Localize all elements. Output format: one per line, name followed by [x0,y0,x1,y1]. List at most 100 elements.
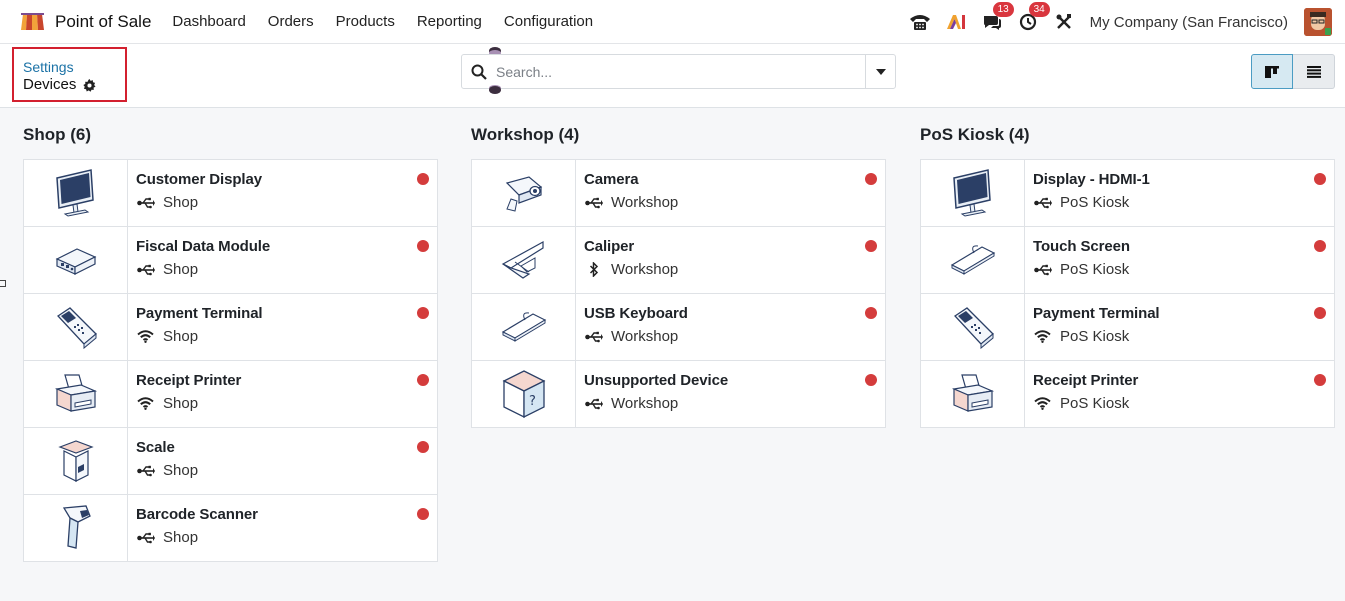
device-name: Customer Display [136,171,262,188]
column-title[interactable]: Workshop (4) [471,108,886,160]
device-card[interactable]: Customer Display Shop [23,159,438,227]
wifi-icon [1033,330,1052,344]
menu-orders[interactable]: Orders [257,0,325,44]
wifi-icon [136,397,155,411]
device-card[interactable]: Payment Terminal Shop [23,293,438,361]
status-indicator [865,240,877,252]
clock-icon[interactable]: 34 [1016,2,1050,34]
location-label: Workshop [611,261,679,278]
fdm-device-icon [24,227,128,293]
location-label: Shop [163,395,199,412]
breadcrumb: Settings Devices [12,47,127,102]
device-card[interactable]: Barcode Scanner Shop [23,494,438,562]
device-card[interactable]: Caliper Workshop [471,226,886,294]
column-title[interactable]: Shop (6) [23,108,438,160]
search-options-toggle[interactable] [865,55,895,88]
status-indicator [417,240,429,252]
status-indicator [417,508,429,520]
printer-device-icon [24,361,128,427]
keyboard-device-icon [472,294,576,360]
menu-configuration[interactable]: Configuration [493,0,604,44]
device-name: Payment Terminal [136,305,263,322]
status-indicator [865,307,877,319]
scanner-device-icon [24,495,128,561]
card-body: Receipt Printer Shop [128,361,241,427]
page-title: Devices [23,76,77,93]
activities-badge: 34 [1028,2,1050,17]
kanban-column-pos-kiosk: PoS Kiosk (4) Display - HDMI-1 PoS Kiosk T… [920,108,1335,428]
device-card[interactable]: USB Keyboard Workshop [471,293,886,361]
terminal-device-icon [24,294,128,360]
search-icon[interactable] [462,55,496,88]
list-icon [1306,65,1321,78]
wifi-icon [136,330,155,344]
gear-icon[interactable] [83,78,96,92]
device-card[interactable]: Receipt Printer Shop [23,360,438,428]
caret-down-icon [875,68,886,75]
device-name: USB Keyboard [584,305,688,322]
status-indicator [1314,374,1326,386]
device-location: Shop [136,328,263,345]
chat-icon[interactable]: 13 [980,2,1014,34]
device-location: Shop [136,529,258,546]
device-card[interactable]: ? Unsupported Device Workshop [471,360,886,428]
card-body: Receipt Printer PoS Kiosk [1025,361,1138,427]
scale-device-icon [24,428,128,494]
pos-app-icon[interactable] [19,11,49,33]
menu-products[interactable]: Products [325,0,406,44]
breadcrumb-settings-link[interactable]: Settings [23,59,125,75]
card-body: Touch Screen PoS Kiosk [1025,227,1130,293]
device-name: Fiscal Data Module [136,238,271,255]
user-avatar[interactable] [1304,8,1332,36]
card-body: Payment Terminal PoS Kiosk [1025,294,1160,360]
menu-reporting[interactable]: Reporting [406,0,493,44]
ai-icon[interactable] [944,10,968,34]
company-switcher[interactable]: My Company (San Francisco) [1090,14,1288,31]
location-label: Workshop [611,395,679,412]
status-indicator [417,173,429,185]
terminal-device-icon [921,294,1025,360]
device-name: Scale [136,439,175,456]
kanban-view-button[interactable] [1251,54,1293,89]
monitor-device-icon [24,160,128,226]
device-name: Display - HDMI-1 [1033,171,1150,188]
search-bar [461,54,896,89]
device-location: Shop [136,261,270,278]
kanban-column-shop: Shop (6) Customer Display Shop Fiscal Data… [23,108,438,562]
drag-handle-bottom-icon [489,85,501,94]
location-label: PoS Kiosk [1060,261,1130,278]
device-card[interactable]: Scale Shop [23,427,438,495]
device-location: PoS Kiosk [1033,395,1138,412]
location-label: Shop [163,261,199,278]
device-card[interactable]: Receipt Printer PoS Kiosk [920,360,1335,428]
device-card[interactable]: Camera Workshop [471,159,886,227]
card-body: Camera Workshop [576,160,678,226]
caliper-device-icon [472,227,576,293]
device-card[interactable]: Fiscal Data Module Shop [23,226,438,294]
location-label: Workshop [611,194,679,211]
card-body: Scale Shop [128,428,198,494]
status-indicator [1314,173,1326,185]
device-location: Workshop [584,395,728,412]
menu-dashboard[interactable]: Dashboard [161,0,256,44]
kanban-column-workshop: Workshop (4) Camera Workshop Caliper Worksh… [471,108,886,428]
app-name[interactable]: Point of Sale [55,12,151,32]
device-card[interactable]: Display - HDMI-1 PoS Kiosk [920,159,1335,227]
card-body: Fiscal Data Module Shop [128,227,270,293]
location-label: PoS Kiosk [1060,328,1130,345]
card-body: Caliper Workshop [576,227,678,293]
phone-icon[interactable] [908,10,932,34]
search-input[interactable] [496,55,865,88]
keyboard-device-icon [921,227,1025,293]
messages-badge: 13 [992,2,1014,17]
status-indicator [865,374,877,386]
usb-icon [136,196,155,210]
tools-icon[interactable] [1052,10,1076,34]
list-view-button[interactable] [1293,54,1335,89]
column-title[interactable]: PoS Kiosk (4) [920,108,1335,160]
device-card[interactable]: Payment Terminal PoS Kiosk [920,293,1335,361]
usb-icon [584,330,603,344]
card-body: USB Keyboard Workshop [576,294,688,360]
device-card[interactable]: Touch Screen PoS Kiosk [920,226,1335,294]
card-body: Unsupported Device Workshop [576,361,728,427]
